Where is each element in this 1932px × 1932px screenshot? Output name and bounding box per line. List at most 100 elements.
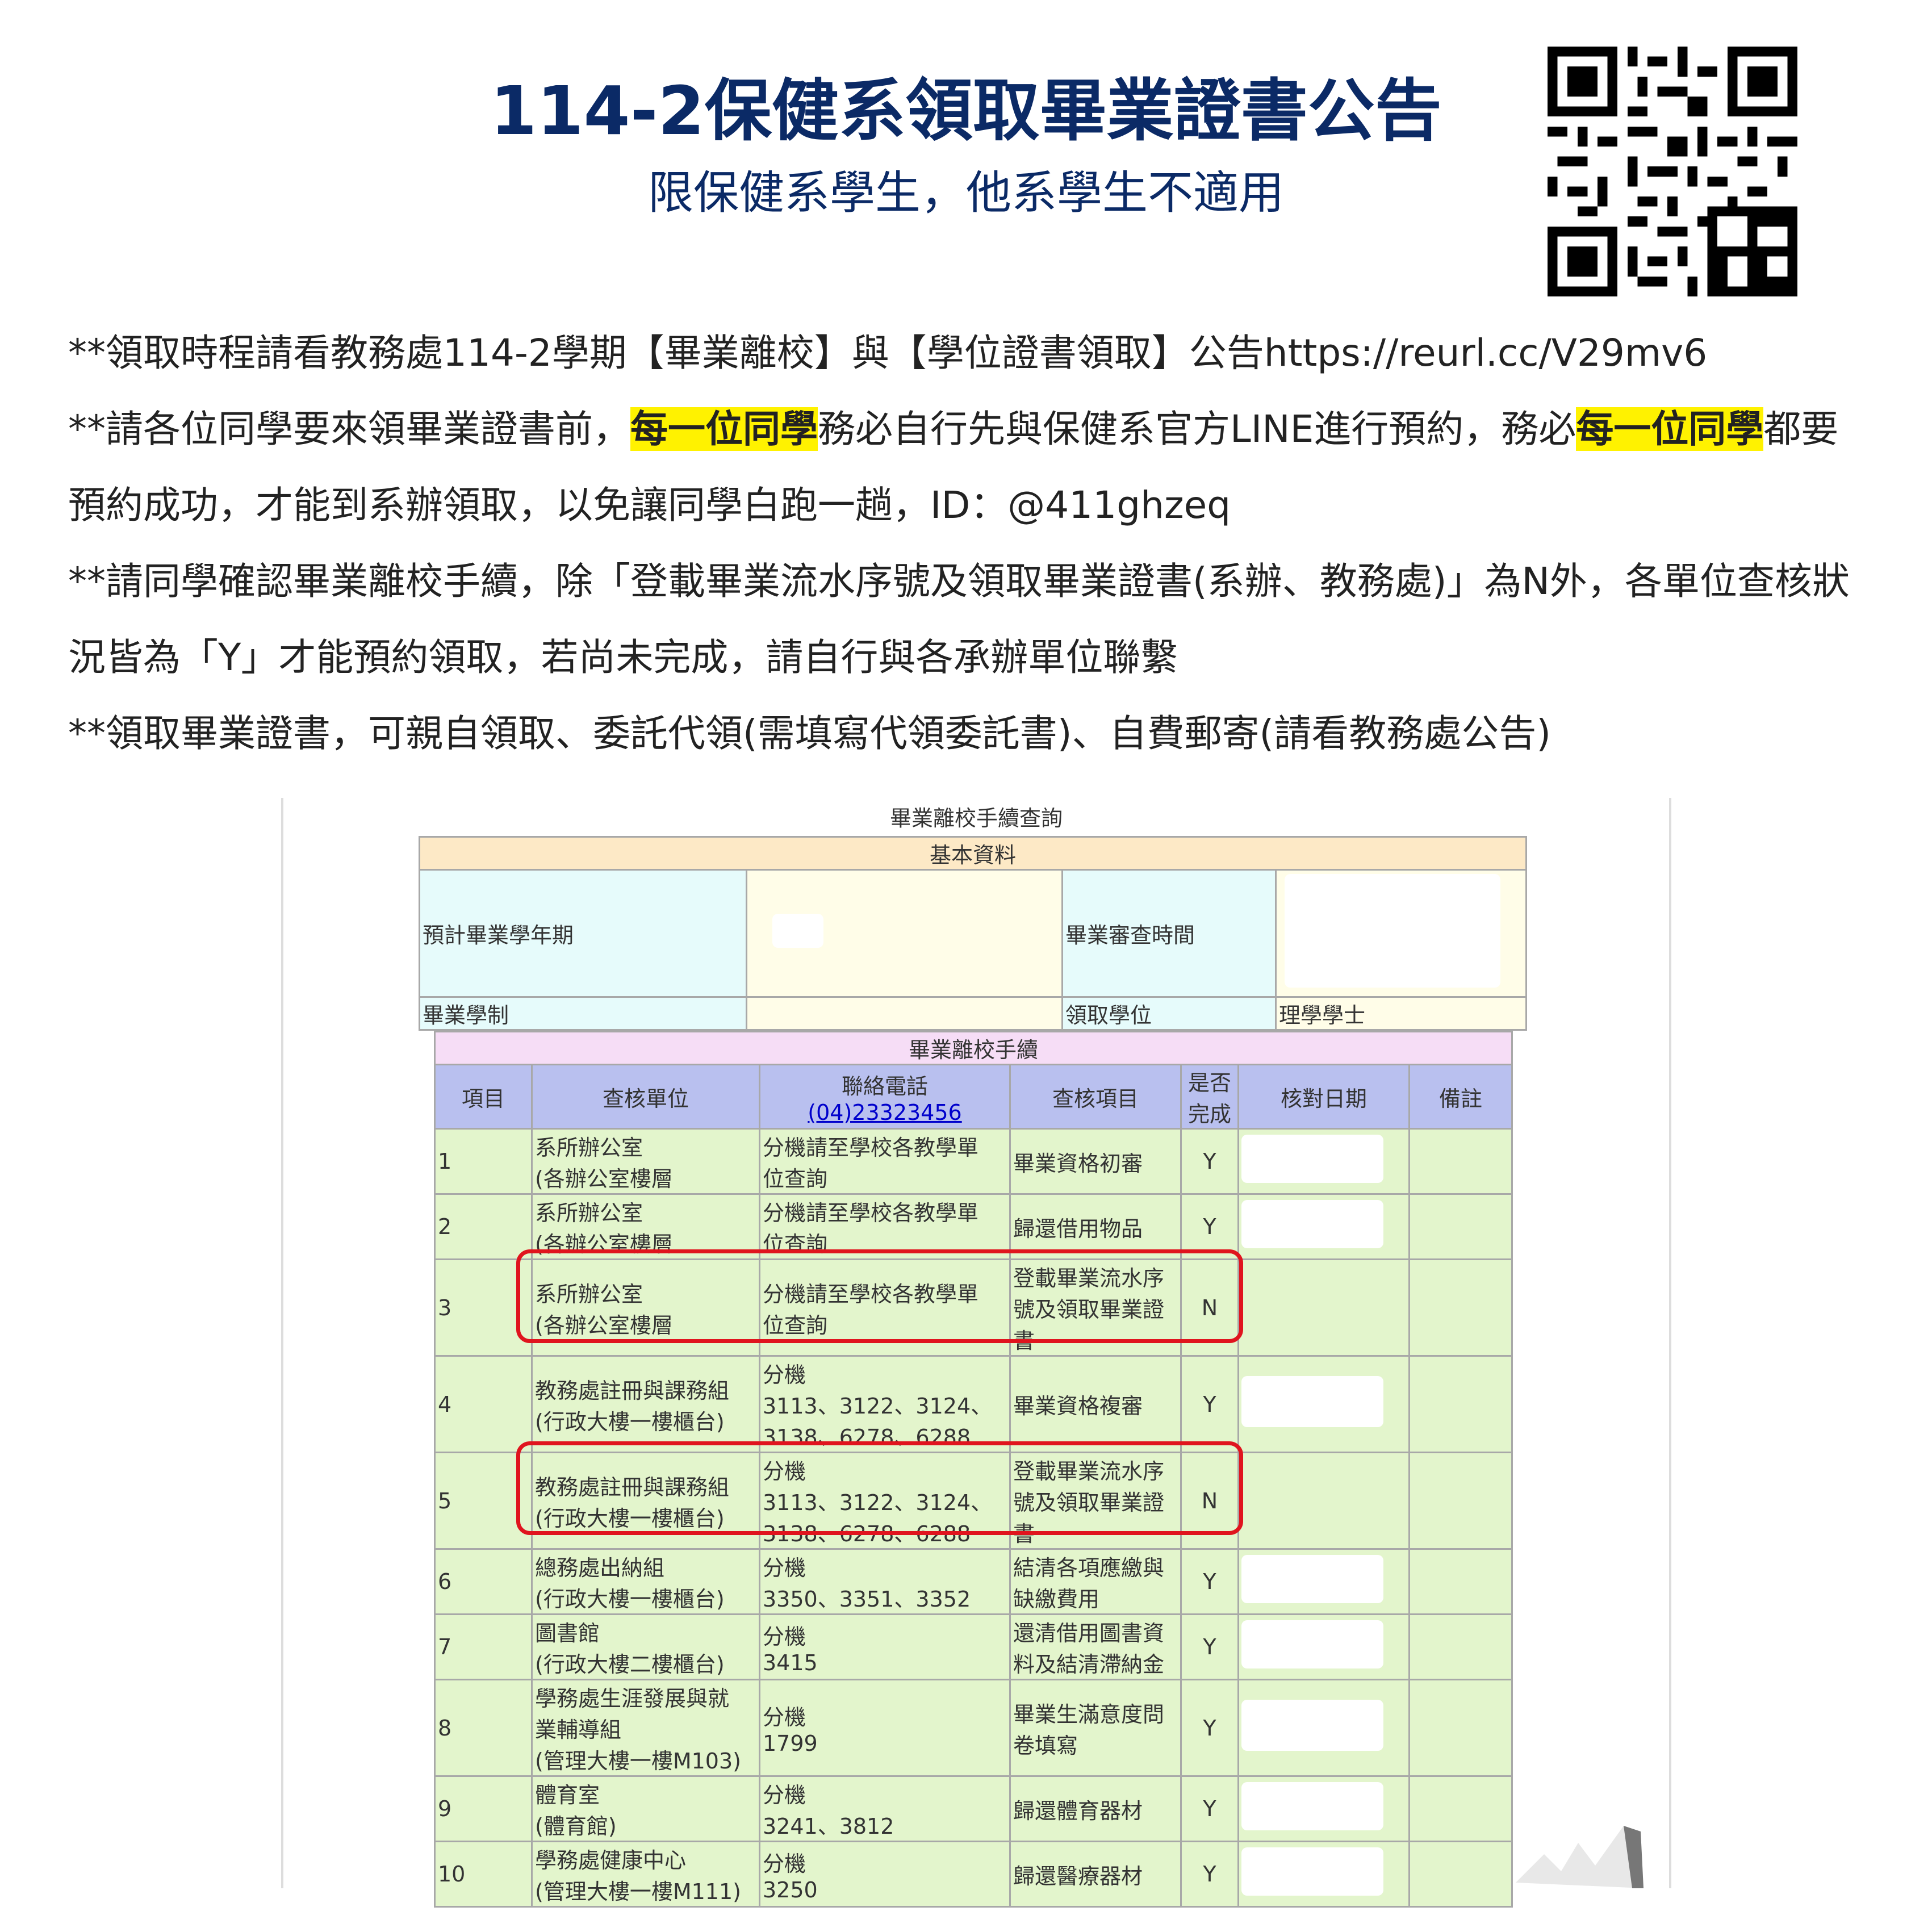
cell-unit: 學務處生涯發展與就 業輔導組 (管理大樓一樓M103) [531,1679,760,1777]
qr-code-icon [1548,47,1797,296]
row-number: 8 [438,1715,452,1741]
table-row: 10 學務處健康中心 (管理大樓一樓M111) 分機 3250 歸還醫療器材 Y [434,1841,1513,1908]
unit-name: 學務處健康中心 [535,1848,687,1873]
extension-line: 1799 [763,1731,818,1756]
extension-line: 分機請至學校各教學單 [763,1135,979,1160]
unit-location: (各辦公室樓層 [535,1166,673,1191]
done-status: Y [1203,1634,1216,1659]
cell-date [1237,1841,1410,1908]
row-number: 2 [438,1214,452,1239]
notice-text: 務必自行先與保健系官方LINE進行預約，務必 [818,407,1576,451]
col-done: 是否 完成 [1180,1064,1239,1130]
cell-date [1237,1355,1410,1453]
unit-location: (管理大樓一樓M111) [535,1879,741,1904]
unit-location: (行政大樓一樓櫃台) [535,1409,725,1435]
done-status: Y [1203,1569,1216,1594]
unit-name: 系所辦公室 [535,1135,643,1160]
cell-note [1408,1613,1513,1680]
cell-item: 4 [434,1355,533,1453]
unit-location: 業輔導組 [535,1717,622,1742]
unit-name: 體育室 [535,1783,600,1808]
unit-name: 圖書館 [535,1621,600,1646]
cell-check-item: 畢業資格初審 [1009,1128,1182,1195]
check-item-line: 畢業資格複審 [1013,1394,1143,1419]
cell-date [1237,1258,1410,1357]
done-status: Y [1203,1715,1216,1741]
check-item-line: 畢業生滿意度問 [1013,1701,1165,1727]
cell-unit: 教務處註冊與課務組 (行政大樓一樓櫃台) [531,1355,760,1453]
row-number: 6 [438,1569,452,1594]
torn-paper-decoration [1516,1826,1644,1888]
cell-check-item: 歸還醫療器材 [1009,1841,1182,1908]
cell-date [1237,1128,1410,1195]
cell-unit: 學務處健康中心 (管理大樓一樓M111) [531,1841,760,1908]
label-program: 畢業學制 [419,996,747,1031]
cell-check-item: 還清借用圖書資 料及結清滯納金 [1009,1613,1182,1680]
cell-phone: 分機 3350、3351、3352 [759,1548,1011,1615]
extension-line: 分機 [763,1783,806,1808]
row-number: 5 [438,1488,452,1513]
row-number: 4 [438,1391,452,1417]
notice-line-reservation: **請各位同學要來領畢業證書前，每一位同學務必自行先與保健系官方LINE進行預約… [68,391,1874,543]
check-item-line: 結清各項應繳與 [1013,1555,1165,1580]
cell-note [1408,1548,1513,1615]
unit-name: 系所辦公室 [535,1201,643,1226]
cell-check-item: 歸還體育器材 [1009,1775,1182,1842]
notice-clearance-check: **請同學確認畢業離校手續，除「登載畢業流水序號及領取畢業證書(系辦、教務處)」… [68,559,1850,679]
cell-date [1237,1679,1410,1777]
check-item-line: 畢業資格初審 [1013,1151,1143,1176]
check-item-line: 歸還借用物品 [1013,1216,1143,1241]
row-number: 9 [438,1796,452,1821]
unit-location: (體育館) [535,1814,617,1839]
cell-unit: 系所辦公室 (各辦公室樓層 [531,1128,760,1195]
col-done-line1: 是否 [1187,1070,1231,1095]
label-expected-term: 預計畢業學年期 [419,869,747,998]
done-status: Y [1203,1214,1216,1239]
redacted-date [1241,1200,1383,1248]
screenshot-title: 畢業離校手續查詢 [889,806,1063,831]
cell-item: 9 [434,1775,533,1842]
redacted-date [1241,1620,1383,1668]
unit-name: 學務處生涯發展與就 [535,1686,730,1711]
cell-check-item: 畢業資格複審 [1009,1355,1182,1453]
cell-check-item: 結清各項應繳與 缺繳費用 [1009,1548,1182,1615]
cell-note [1408,1258,1513,1357]
redacted-date [1241,1700,1383,1751]
col-date: 核對日期 [1237,1064,1410,1130]
cell-date [1237,1548,1410,1615]
extension-line: 分機請至學校各教學單 [763,1201,979,1226]
col-note: 備註 [1408,1064,1513,1130]
col-unit: 查核單位 [531,1064,760,1130]
basic-info-header: 基本資料 [419,836,1527,871]
done-status: Y [1203,1796,1216,1821]
redacted-date [1241,1782,1383,1830]
notice-pickup-schedule: **領取時程請看教務處114-2學期【畢業離校】與【學位證書領取】公告https… [68,331,1708,375]
row-number: 3 [438,1295,452,1320]
cell-done: Y [1180,1679,1239,1777]
extension-line: 3250 [763,1877,818,1902]
cell-date [1237,1613,1410,1680]
col-item: 項目 [434,1064,533,1130]
phone-link[interactable]: (04)23323456 [763,1100,1007,1125]
value-expected-term [746,869,1063,998]
extension-line: 分機 [763,1624,806,1649]
highlight-box-row5 [516,1441,1243,1535]
redacted-date [1241,1135,1383,1183]
notice-pickup-methods: **領取畢業證書，可親自領取、委託代領(需填寫代領委託書)、自費郵寄(請看教務處… [68,712,1551,755]
extension-line: 位查詢 [763,1166,828,1191]
extension-line: 分機 [763,1851,806,1876]
cell-note [1408,1679,1513,1777]
done-status: Y [1203,1862,1216,1887]
done-status: Y [1203,1391,1216,1417]
cell-item: 2 [434,1193,533,1260]
extension-line: 3415 [763,1650,818,1675]
cell-note [1408,1841,1513,1908]
table-row: 8 學務處生涯發展與就 業輔導組 (管理大樓一樓M103) 分機 1799 畢業生滿意度問卷… [434,1679,1513,1777]
done-status: Y [1203,1149,1216,1174]
extension-line: 3113、3122、3124、 [763,1394,993,1419]
unit-location: (管理大樓一樓M103) [535,1749,741,1774]
unit-location: (行政大樓二樓櫃台) [535,1652,725,1677]
cell-date [1237,1775,1410,1842]
cell-note [1408,1193,1513,1260]
highlight-every-student: 每一位同學 [630,407,818,451]
